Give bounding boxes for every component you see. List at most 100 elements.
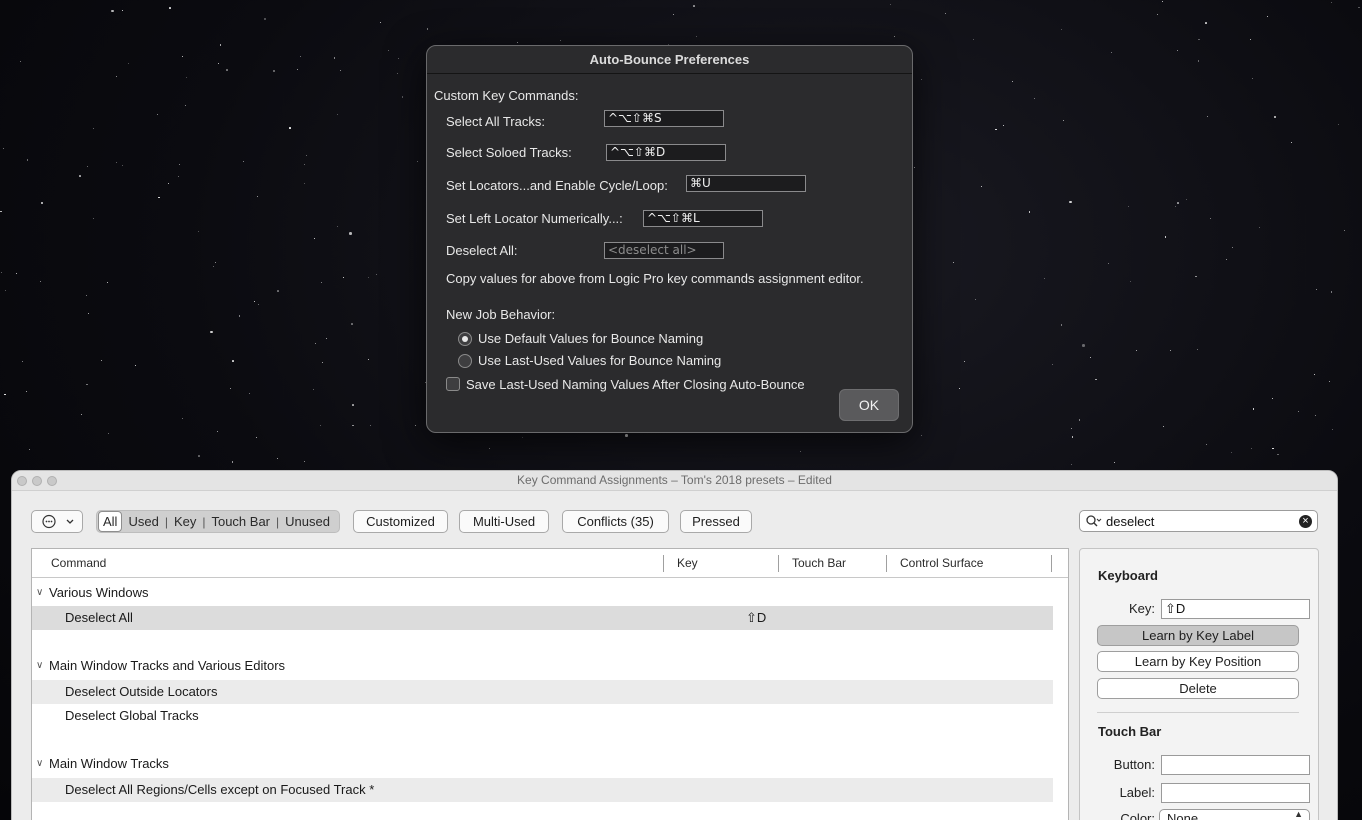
set-locators-field[interactable]: ⌘U: [686, 175, 806, 192]
star: [238, 315, 241, 317]
last-used-values-radio-label[interactable]: Use Last-Used Values for Bounce Naming: [478, 353, 721, 368]
button-label: Button:: [1113, 757, 1155, 772]
star: [134, 364, 136, 366]
pressed-filter-button[interactable]: Pressed: [680, 510, 752, 533]
star: [980, 185, 982, 187]
star: [178, 175, 180, 177]
star: [351, 323, 353, 325]
star: [1095, 378, 1097, 381]
star: [913, 167, 915, 169]
search-field[interactable]: deselect ×: [1079, 510, 1318, 532]
deselect-all-label: Deselect All:: [446, 243, 518, 258]
star: [25, 390, 28, 393]
zoom-window-button[interactable]: [47, 476, 57, 486]
action-menu-button[interactable]: [31, 510, 83, 533]
color-popup[interactable]: None ▲▼: [1159, 809, 1310, 820]
disclosure-chevron-icon[interactable]: ∨: [36, 654, 43, 678]
star: [217, 62, 219, 64]
star: [303, 163, 305, 165]
customized-filter-button[interactable]: Customized: [353, 510, 448, 533]
filter-touch-bar[interactable]: Touch Bar: [205, 512, 276, 531]
select-soloed-tracks-field[interactable]: ^⌥⇧⌘D: [606, 144, 726, 161]
clear-search-icon[interactable]: ×: [1299, 515, 1312, 528]
table-row[interactable]: Deselect All ⇧D: [32, 606, 1053, 630]
star: [375, 273, 377, 275]
table-group-row[interactable]: ∨ Main Window Tracks: [32, 752, 1053, 776]
close-window-button[interactable]: [17, 476, 27, 486]
star: [337, 226, 339, 228]
delete-button[interactable]: Delete: [1097, 678, 1299, 699]
star: [693, 5, 695, 7]
star: [370, 424, 372, 426]
table-group-row[interactable]: ∨ Various Windows: [32, 581, 1053, 605]
column-touch-bar[interactable]: Touch Bar: [792, 549, 846, 578]
star: [210, 330, 213, 334]
star: [106, 282, 108, 284]
star: [1315, 414, 1317, 416]
multi-used-filter-button[interactable]: Multi-Used: [459, 510, 549, 533]
star: [1195, 275, 1197, 278]
star: [1273, 115, 1277, 119]
star: [560, 40, 562, 42]
save-naming-values-label[interactable]: Save Last-Used Naming Values After Closi…: [466, 377, 805, 392]
star: [226, 69, 228, 71]
ok-button[interactable]: OK: [839, 389, 899, 421]
star: [1272, 447, 1274, 450]
learn-by-key-position-button[interactable]: Learn by Key Position: [1097, 651, 1299, 672]
last-used-values-radio[interactable]: [458, 354, 472, 368]
filter-segmented-control: All Used | Key | Touch Bar | Unused: [96, 510, 340, 533]
minimize-window-button[interactable]: [32, 476, 42, 486]
default-values-radio[interactable]: [458, 332, 472, 346]
command-cell: Deselect All Regions/Cells except on Foc…: [65, 782, 375, 797]
filter-unused[interactable]: Unused: [279, 512, 336, 531]
select-all-tracks-field[interactable]: ^⌥⇧⌘S: [604, 110, 724, 127]
star: [219, 44, 222, 46]
disclosure-chevron-icon[interactable]: ∨: [36, 752, 43, 776]
table-row[interactable]: Deselect Outside Locators: [32, 680, 1053, 704]
column-divider[interactable]: [778, 555, 779, 572]
group-label: Main Window Tracks and Various Editors: [49, 658, 286, 673]
set-left-locator-field[interactable]: ^⌥⇧⌘L: [643, 210, 763, 227]
conflicts-filter-button[interactable]: Conflicts (35): [562, 510, 669, 533]
key-field[interactable]: ⇧D: [1161, 599, 1310, 619]
star: [1331, 428, 1333, 430]
star: [1070, 463, 1073, 466]
filter-used[interactable]: Used: [122, 512, 164, 531]
deselect-all-field[interactable]: <deselect all>: [604, 242, 724, 259]
disclosure-chevron-icon[interactable]: ∨: [36, 581, 43, 605]
table-group-row[interactable]: ∨ Main Window Tracks and Various Editors: [32, 654, 1053, 678]
star: [963, 361, 965, 363]
column-command[interactable]: Command: [51, 549, 106, 578]
column-key[interactable]: Key: [677, 549, 698, 578]
table-row[interactable]: Deselect Global Tracks: [32, 704, 1053, 728]
star: [1043, 277, 1045, 279]
star: [1316, 289, 1318, 291]
star: [1, 271, 3, 273]
column-divider[interactable]: [663, 555, 664, 572]
star: [1060, 324, 1063, 326]
column-control-surface[interactable]: Control Surface: [900, 549, 983, 578]
star: [1337, 123, 1339, 125]
star: [2, 147, 4, 149]
star: [315, 342, 317, 344]
color-popup-value: None: [1167, 811, 1199, 820]
star: [1157, 13, 1159, 15]
popup-arrows-icon: ▲▼: [1294, 809, 1303, 820]
default-values-radio-label[interactable]: Use Default Values for Bounce Naming: [478, 331, 703, 346]
filter-all[interactable]: All: [98, 511, 123, 532]
star: [1012, 80, 1014, 82]
button-field[interactable]: [1161, 755, 1310, 775]
column-divider[interactable]: [886, 555, 887, 572]
star: [214, 262, 216, 264]
table-row[interactable]: Deselect All Regions/Cells except on Foc…: [32, 778, 1053, 802]
star: [1108, 262, 1110, 264]
star: [1186, 198, 1188, 200]
ellipsis-circle-icon: [42, 514, 74, 529]
label-field[interactable]: [1161, 783, 1310, 803]
star: [1170, 349, 1172, 351]
save-naming-values-checkbox[interactable]: [446, 377, 460, 391]
filter-key[interactable]: Key: [168, 512, 202, 531]
learn-by-key-label-button[interactable]: Learn by Key Label: [1097, 625, 1299, 646]
column-divider[interactable]: [1051, 555, 1052, 572]
search-input[interactable]: deselect: [1106, 514, 1154, 529]
